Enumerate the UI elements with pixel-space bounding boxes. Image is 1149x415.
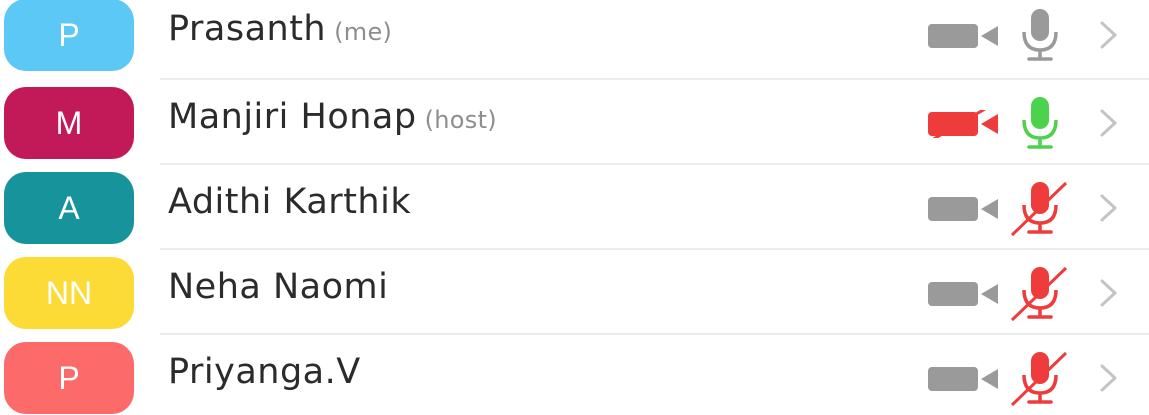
participant-row[interactable]: M Manjiri Honap (host) xyxy=(0,82,1149,164)
participant-name: Neha Naomi xyxy=(168,267,389,307)
microphone-muted-icon[interactable] xyxy=(1010,179,1070,237)
participants-list: P Prasanth (me) M Manjiri Honap (host) A Adithi… xyxy=(0,0,1149,415)
avatar: P xyxy=(4,342,134,414)
microphone-muted-icon[interactable] xyxy=(1010,349,1070,407)
avatar: A xyxy=(4,172,134,244)
participant-row[interactable]: NN Neha Naomi xyxy=(0,252,1149,334)
video-camera-icon[interactable] xyxy=(928,22,1004,50)
microphone-muted-icon[interactable] xyxy=(1010,264,1070,322)
participant-name-block: Manjiri Honap (host) xyxy=(168,97,497,137)
participant-name: Adithi Karthik xyxy=(168,182,412,222)
avatar: NN xyxy=(4,257,134,329)
participant-role: (host) xyxy=(424,106,497,134)
row-divider xyxy=(160,78,1149,80)
chevron-right-icon[interactable] xyxy=(1096,189,1122,227)
participant-name-block: Prasanth (me) xyxy=(168,9,392,49)
avatar: P xyxy=(4,0,134,71)
video-camera-icon[interactable] xyxy=(928,280,1004,308)
participant-name: Prasanth xyxy=(168,9,327,49)
video-camera-off-icon[interactable] xyxy=(928,104,1004,142)
participant-name-block: Priyanga.V xyxy=(168,352,361,392)
participant-name: Manjiri Honap xyxy=(168,97,417,137)
chevron-right-icon[interactable] xyxy=(1096,104,1122,142)
participant-name-block: Neha Naomi xyxy=(168,267,388,307)
participant-name: Priyanga.V xyxy=(168,352,361,392)
avatar: M xyxy=(4,87,134,159)
participant-row[interactable]: P Priyanga.V xyxy=(0,337,1149,415)
video-camera-icon[interactable] xyxy=(928,195,1004,223)
video-camera-icon[interactable] xyxy=(928,365,1004,393)
microphone-icon[interactable] xyxy=(1010,6,1070,64)
chevron-right-icon[interactable] xyxy=(1096,359,1122,397)
chevron-right-icon[interactable] xyxy=(1096,274,1122,312)
participant-row[interactable]: P Prasanth (me) xyxy=(0,0,1149,76)
chevron-right-icon[interactable] xyxy=(1096,16,1122,54)
participant-name-block: Adithi Karthik xyxy=(168,182,411,222)
participant-row[interactable]: A Adithi Karthik xyxy=(0,167,1149,249)
microphone-active-icon[interactable] xyxy=(1010,94,1070,152)
participant-role: (me) xyxy=(334,18,393,46)
